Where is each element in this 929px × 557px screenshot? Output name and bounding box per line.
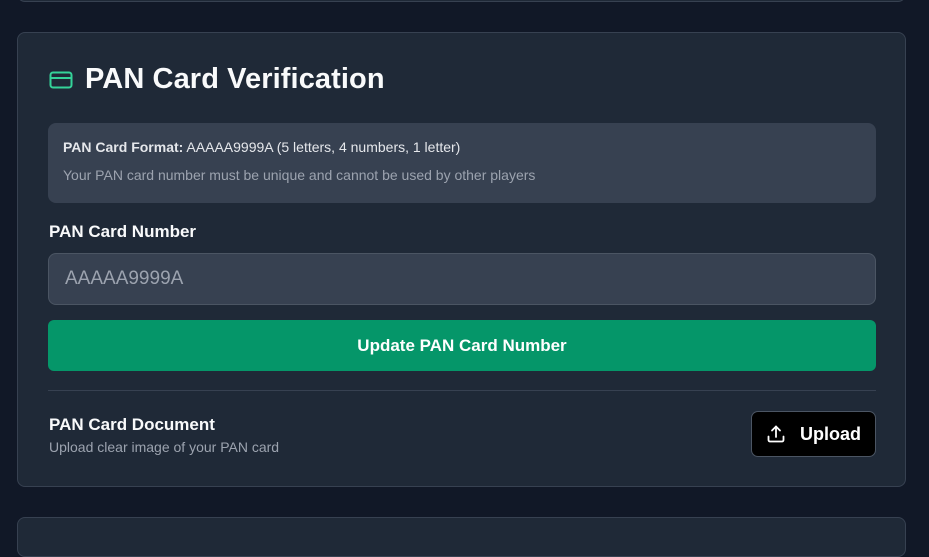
previous-card [17, 0, 906, 2]
upload-icon [767, 425, 785, 443]
upload-label: Upload [800, 423, 861, 444]
format-info-box: PAN Card Format: AAAAA9999A (5 letters, … [48, 123, 876, 203]
document-subtitle: Upload clear image of your PAN card [49, 439, 280, 455]
page-title: PAN Card Verification [85, 63, 385, 95]
format-value: AAAAA9999A (5 letters, 4 numbers, 1 lett… [183, 139, 461, 155]
credit-card-icon [49, 71, 73, 88]
format-line: PAN Card Format: AAAAA9999A (5 letters, … [63, 139, 861, 155]
pan-verification-card: PAN Card Verification PAN Card Format: A… [17, 32, 906, 487]
next-card [17, 517, 906, 557]
upload-button[interactable]: Upload [751, 411, 876, 457]
uniqueness-note: Your PAN card number must be unique and … [63, 167, 536, 183]
pan-number-label: PAN Card Number [49, 222, 197, 241]
document-title: PAN Card Document [49, 415, 215, 434]
update-pan-button[interactable]: Update PAN Card Number [48, 320, 876, 371]
format-label: PAN Card Format: [63, 139, 184, 155]
pan-number-input[interactable] [48, 253, 876, 305]
section-header: PAN Card Verification [49, 63, 385, 96]
divider [48, 390, 876, 391]
